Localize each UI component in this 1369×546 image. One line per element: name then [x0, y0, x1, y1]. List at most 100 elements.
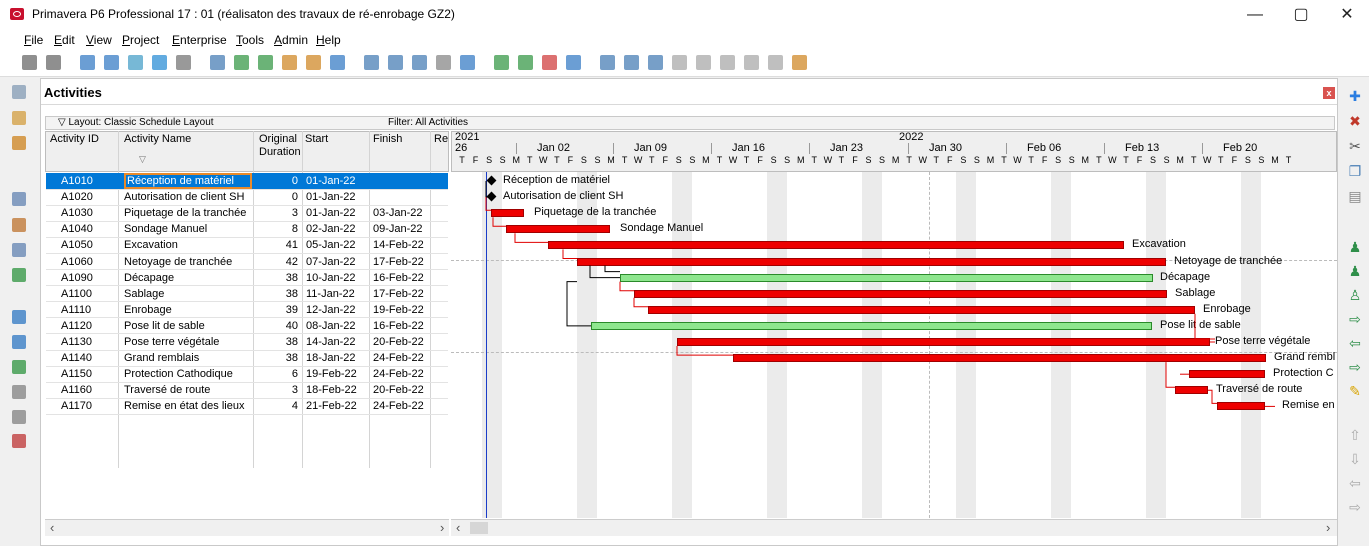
bars-icon[interactable] — [234, 55, 249, 70]
move-down-icon[interactable]: ⇩ — [1348, 452, 1362, 466]
reports-icon[interactable] — [12, 243, 26, 257]
menu-view[interactable]: View — [86, 33, 112, 47]
print-preview-icon[interactable] — [46, 55, 61, 70]
tools-icon[interactable] — [12, 434, 26, 448]
col-remaining[interactable]: Re — [434, 133, 448, 146]
col-duration-line2[interactable]: Duration — [259, 146, 301, 159]
col-finish[interactable]: Finish — [373, 133, 402, 146]
tracking-icon[interactable] — [12, 136, 26, 150]
copy-icon[interactable]: ❐ — [1348, 164, 1362, 178]
report-icon[interactable] — [460, 55, 475, 70]
calendar-icon[interactable] — [600, 55, 615, 70]
assign-role-icon[interactable]: ♟ — [1348, 264, 1362, 278]
col-activity-id[interactable]: Activity ID — [50, 133, 99, 146]
calculator-icon[interactable] — [12, 410, 26, 424]
zoom-fit-icon[interactable] — [672, 55, 687, 70]
gantt-scroll-right-icon[interactable]: › — [1326, 520, 1330, 535]
bar-format-icon[interactable] — [330, 55, 345, 70]
move-up-icon[interactable]: ⇧ — [1348, 428, 1362, 442]
timescale-icon[interactable] — [364, 55, 379, 70]
wbs-icon[interactable] — [12, 111, 26, 125]
gantt-icon[interactable] — [258, 55, 273, 70]
gantt-scroll-left-icon[interactable]: ‹ — [456, 520, 460, 535]
gantt-hscroll[interactable] — [451, 519, 1337, 536]
assign-successor-icon[interactable]: ⇦ — [1348, 336, 1362, 350]
issues-icon[interactable] — [12, 268, 26, 282]
zoom-icon[interactable] — [696, 55, 711, 70]
scroll-right-icon[interactable]: › — [440, 520, 444, 535]
delete-icon[interactable]: ✖ — [1348, 114, 1362, 128]
table-row[interactable]: A1040 Sondage Manuel 8 02-Jan-22 09-Jan-22 — [46, 221, 448, 237]
docs-icon[interactable] — [12, 385, 26, 399]
assign-predecessor-icon[interactable]: ⇨ — [1348, 312, 1362, 326]
menu-project[interactable]: Project — [122, 33, 159, 47]
table-row[interactable]: A1150 Protection Cathodique 6 19-Feb-22 24-F… — [46, 366, 448, 382]
relationship-icon[interactable] — [518, 55, 533, 70]
table-row[interactable]: A1170 Remise en état des lieux 4 21-Feb-22 2… — [46, 398, 448, 414]
layout-icon[interactable] — [210, 55, 225, 70]
wbs-icon[interactable] — [128, 55, 143, 70]
panel-close-button[interactable]: x — [1323, 87, 1335, 99]
menu-tools[interactable]: Tools — [236, 33, 264, 47]
col-activity-name[interactable]: Activity Name — [124, 133, 191, 146]
hash-icon[interactable] — [436, 55, 451, 70]
filter-icon[interactable] — [152, 55, 167, 70]
scroll-left-icon[interactable]: ‹ — [50, 520, 54, 535]
menu-edit[interactable]: Edit — [54, 33, 75, 47]
chart-icon[interactable] — [306, 55, 321, 70]
diamond-icon[interactable] — [720, 55, 735, 70]
money-icon[interactable] — [542, 55, 557, 70]
col-start[interactable]: Start — [305, 133, 328, 146]
col-duration-line1[interactable]: Original — [259, 133, 297, 146]
table-row[interactable]: A1050 Excavation 41 05-Jan-22 14-Feb-22 — [46, 237, 448, 253]
zoom-in-icon[interactable] — [624, 55, 639, 70]
assign-code-icon[interactable]: ♙ — [1348, 288, 1362, 302]
move-right-icon[interactable]: ⇨ — [1348, 500, 1362, 514]
table-row[interactable]: A1160 Traversé de route 3 18-Feb-22 20-Feb-2… — [46, 382, 448, 398]
thresholds-icon[interactable] — [12, 360, 26, 374]
assign-resource-icon[interactable]: ♟ — [1348, 240, 1362, 254]
close-window-button[interactable]: ✕ — [1332, 4, 1362, 26]
menu-admin[interactable]: Admin — [274, 33, 308, 47]
columns-icon[interactable] — [80, 55, 95, 70]
sort-icon[interactable]: ▽ — [139, 154, 146, 165]
filter-label[interactable]: Filter: All Activities — [388, 117, 468, 128]
add-icon[interactable]: ✚ — [1348, 89, 1362, 103]
print-icon[interactable] — [22, 55, 37, 70]
zoom-out-icon[interactable] — [648, 55, 663, 70]
grid-icon[interactable] — [744, 55, 759, 70]
menu-enterprise[interactable]: Enterprise — [172, 33, 227, 47]
layout-bar[interactable] — [45, 116, 1335, 130]
move-left-icon[interactable]: ⇦ — [1348, 476, 1362, 490]
table-icon[interactable] — [104, 55, 119, 70]
restore-button[interactable]: ▢ — [1286, 4, 1316, 26]
gantt-scroll-thumb[interactable] — [470, 522, 488, 534]
notebook-icon[interactable]: ✎ — [1348, 384, 1362, 398]
assign-step-icon[interactable]: ⇨ — [1348, 360, 1362, 374]
minimize-button[interactable]: — — [1240, 4, 1270, 26]
layout-selector[interactable]: ▽ Layout: Classic Schedule Layout — [58, 117, 214, 128]
comment-icon[interactable] — [768, 55, 783, 70]
activities-icon[interactable] — [12, 192, 26, 206]
projects-icon[interactable] — [12, 85, 26, 99]
cut-icon[interactable]: ✂ — [1348, 139, 1362, 153]
resources-icon[interactable] — [12, 218, 26, 232]
table-row[interactable]: A1090 Décapage 38 10-Jan-22 16-Feb-22 — [46, 270, 448, 286]
menu-file[interactable]: File — [24, 33, 43, 47]
help-icon[interactable] — [792, 55, 807, 70]
menu-help[interactable]: Help — [316, 33, 341, 47]
progress-icon[interactable] — [388, 55, 403, 70]
table-row[interactable]: A1020 Autorisation de client SH 0 01-Jan-22 — [46, 189, 448, 205]
table-row[interactable]: A1100 Sablage 38 11-Jan-22 17-Feb-22 — [46, 286, 448, 302]
table-row[interactable]: A1060 Netoyage de tranchée 42 07-Jan-22 17-F… — [46, 254, 448, 270]
settings-icon[interactable] — [412, 55, 427, 70]
table-row[interactable]: A1120 Pose lit de sable 40 08-Jan-22 16-Feb-… — [46, 318, 448, 334]
table-row[interactable]: A1010 Réception de matériel 0 01-Jan-22 — [46, 173, 448, 189]
paste-icon[interactable]: ▤ — [1348, 189, 1362, 203]
table-row[interactable]: A1130 Pose terre végétale 38 14-Jan-22 20-Fe… — [46, 334, 448, 350]
table-row[interactable]: A1110 Enrobage 39 12-Jan-22 19-Feb-22 — [46, 302, 448, 318]
resource-icon[interactable] — [566, 55, 581, 70]
table-row[interactable]: A1030 Piquetage de la tranchée 3 01-Jan-22 0… — [46, 205, 448, 221]
risks-icon[interactable] — [12, 310, 26, 324]
baseline-icon[interactable] — [494, 55, 509, 70]
